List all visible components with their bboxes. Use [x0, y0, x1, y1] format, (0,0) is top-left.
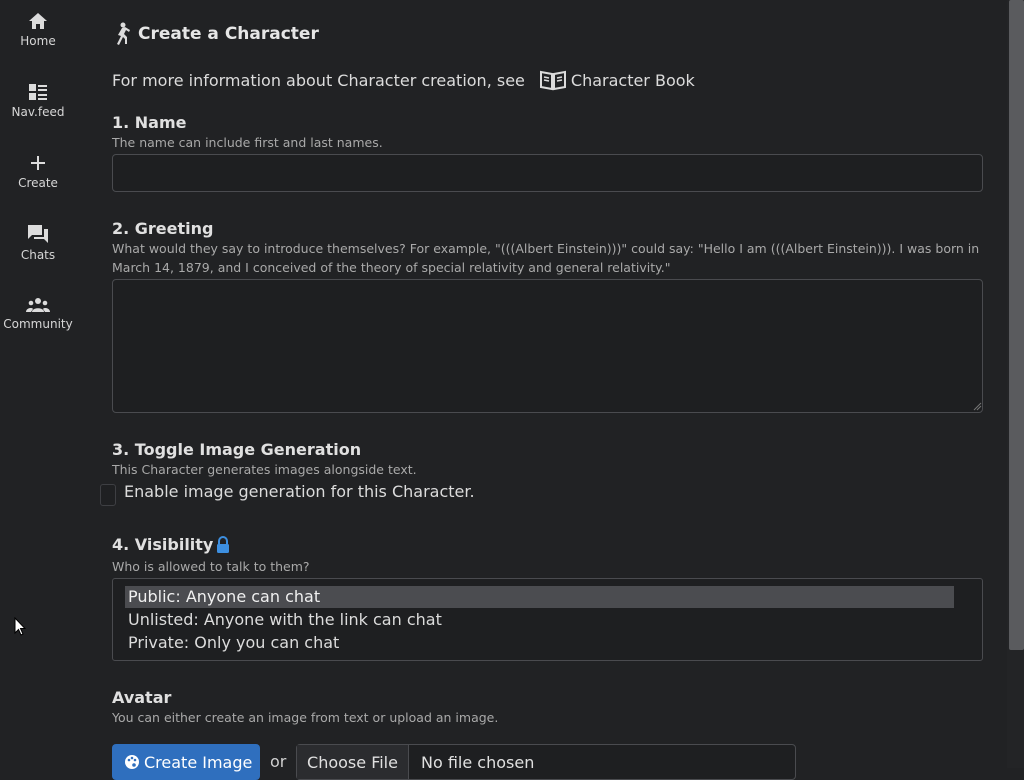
sidebar-item-chats[interactable]: Chats	[0, 224, 76, 262]
visibility-option-unlisted[interactable]: Unlisted: Anyone with the link can chat	[125, 609, 954, 631]
name-input[interactable]	[112, 154, 983, 192]
sidebar: Home Nav.feed Create Chats Community	[0, 0, 76, 768]
character-icon	[117, 22, 130, 45]
character-book-label: Character Book	[570, 70, 695, 90]
create-character-form: Create a Character For more information …	[100, 0, 983, 780]
sidebar-item-create[interactable]: Create	[0, 154, 76, 190]
page-scrollbar-thumb[interactable]	[1009, 0, 1024, 650]
lock-icon	[217, 535, 230, 553]
feed-icon	[29, 84, 47, 100]
or-text: or	[270, 752, 287, 771]
info-text: For more information about Character cre…	[112, 70, 525, 90]
avatar-section-description: You can either create an image from text…	[112, 710, 499, 725]
avatar-section-title: Avatar	[112, 688, 172, 707]
sidebar-item-label: Chats	[20, 248, 56, 262]
sidebar-item-home[interactable]: Home	[0, 12, 76, 48]
visibility-option-private[interactable]: Private: Only you can chat	[125, 632, 954, 654]
visibility-section-description: Who is allowed to talk to them?	[112, 559, 310, 574]
sidebar-item-label: Nav.feed	[11, 105, 65, 119]
book-icon	[539, 70, 566, 91]
mouse-cursor-icon	[14, 617, 26, 636]
create-image-button[interactable]: Create Image	[112, 744, 260, 780]
sidebar-item-label: Home	[20, 34, 56, 48]
choose-file-button[interactable]: Choose File	[297, 745, 409, 779]
page-title-text: Create a Character	[138, 24, 319, 44]
resize-grip-icon[interactable]	[972, 401, 982, 411]
chat-icon	[28, 225, 48, 243]
people-icon	[26, 298, 50, 312]
info-line: For more information about Character cre…	[112, 69, 695, 91]
sidebar-item-label: Community	[3, 317, 73, 331]
visibility-section-title: 4. Visibility	[112, 535, 231, 554]
sidebar-item-community[interactable]: Community	[0, 297, 76, 331]
image-gen-section-description: This Character generates images alongsid…	[112, 462, 417, 477]
visibility-title-text: 4. Visibility	[112, 535, 214, 554]
name-section-title: 1. Name	[112, 113, 187, 132]
page-title: Create a Character	[112, 22, 319, 46]
sidebar-item-label: Create	[18, 176, 58, 190]
plus-icon	[31, 156, 45, 170]
greeting-textarea[interactable]	[112, 279, 983, 413]
image-gen-section-title: 3. Toggle Image Generation	[112, 440, 362, 459]
file-status: No file chosen	[421, 752, 535, 772]
name-section-description: The name can include first and last name…	[112, 135, 383, 150]
image-gen-checkbox-label[interactable]: Enable image generation for this Charact…	[124, 482, 475, 501]
avatar-file-input[interactable]: Choose File No file chosen	[296, 744, 796, 780]
create-image-label: Create Image	[144, 752, 253, 772]
greeting-section-description: What would they say to introduce themsel…	[112, 241, 980, 275]
greeting-section-title: 2. Greeting	[112, 219, 214, 238]
character-book-link[interactable]: Character Book	[539, 69, 695, 91]
home-icon	[29, 13, 47, 29]
sidebar-item-nav-feed[interactable]: Nav.feed	[0, 83, 76, 119]
image-gen-checkbox[interactable]	[100, 484, 116, 506]
visibility-option-public[interactable]: Public: Anyone can chat	[125, 586, 954, 608]
visibility-listbox[interactable]: Public: Anyone can chat Unlisted: Anyone…	[112, 578, 983, 661]
